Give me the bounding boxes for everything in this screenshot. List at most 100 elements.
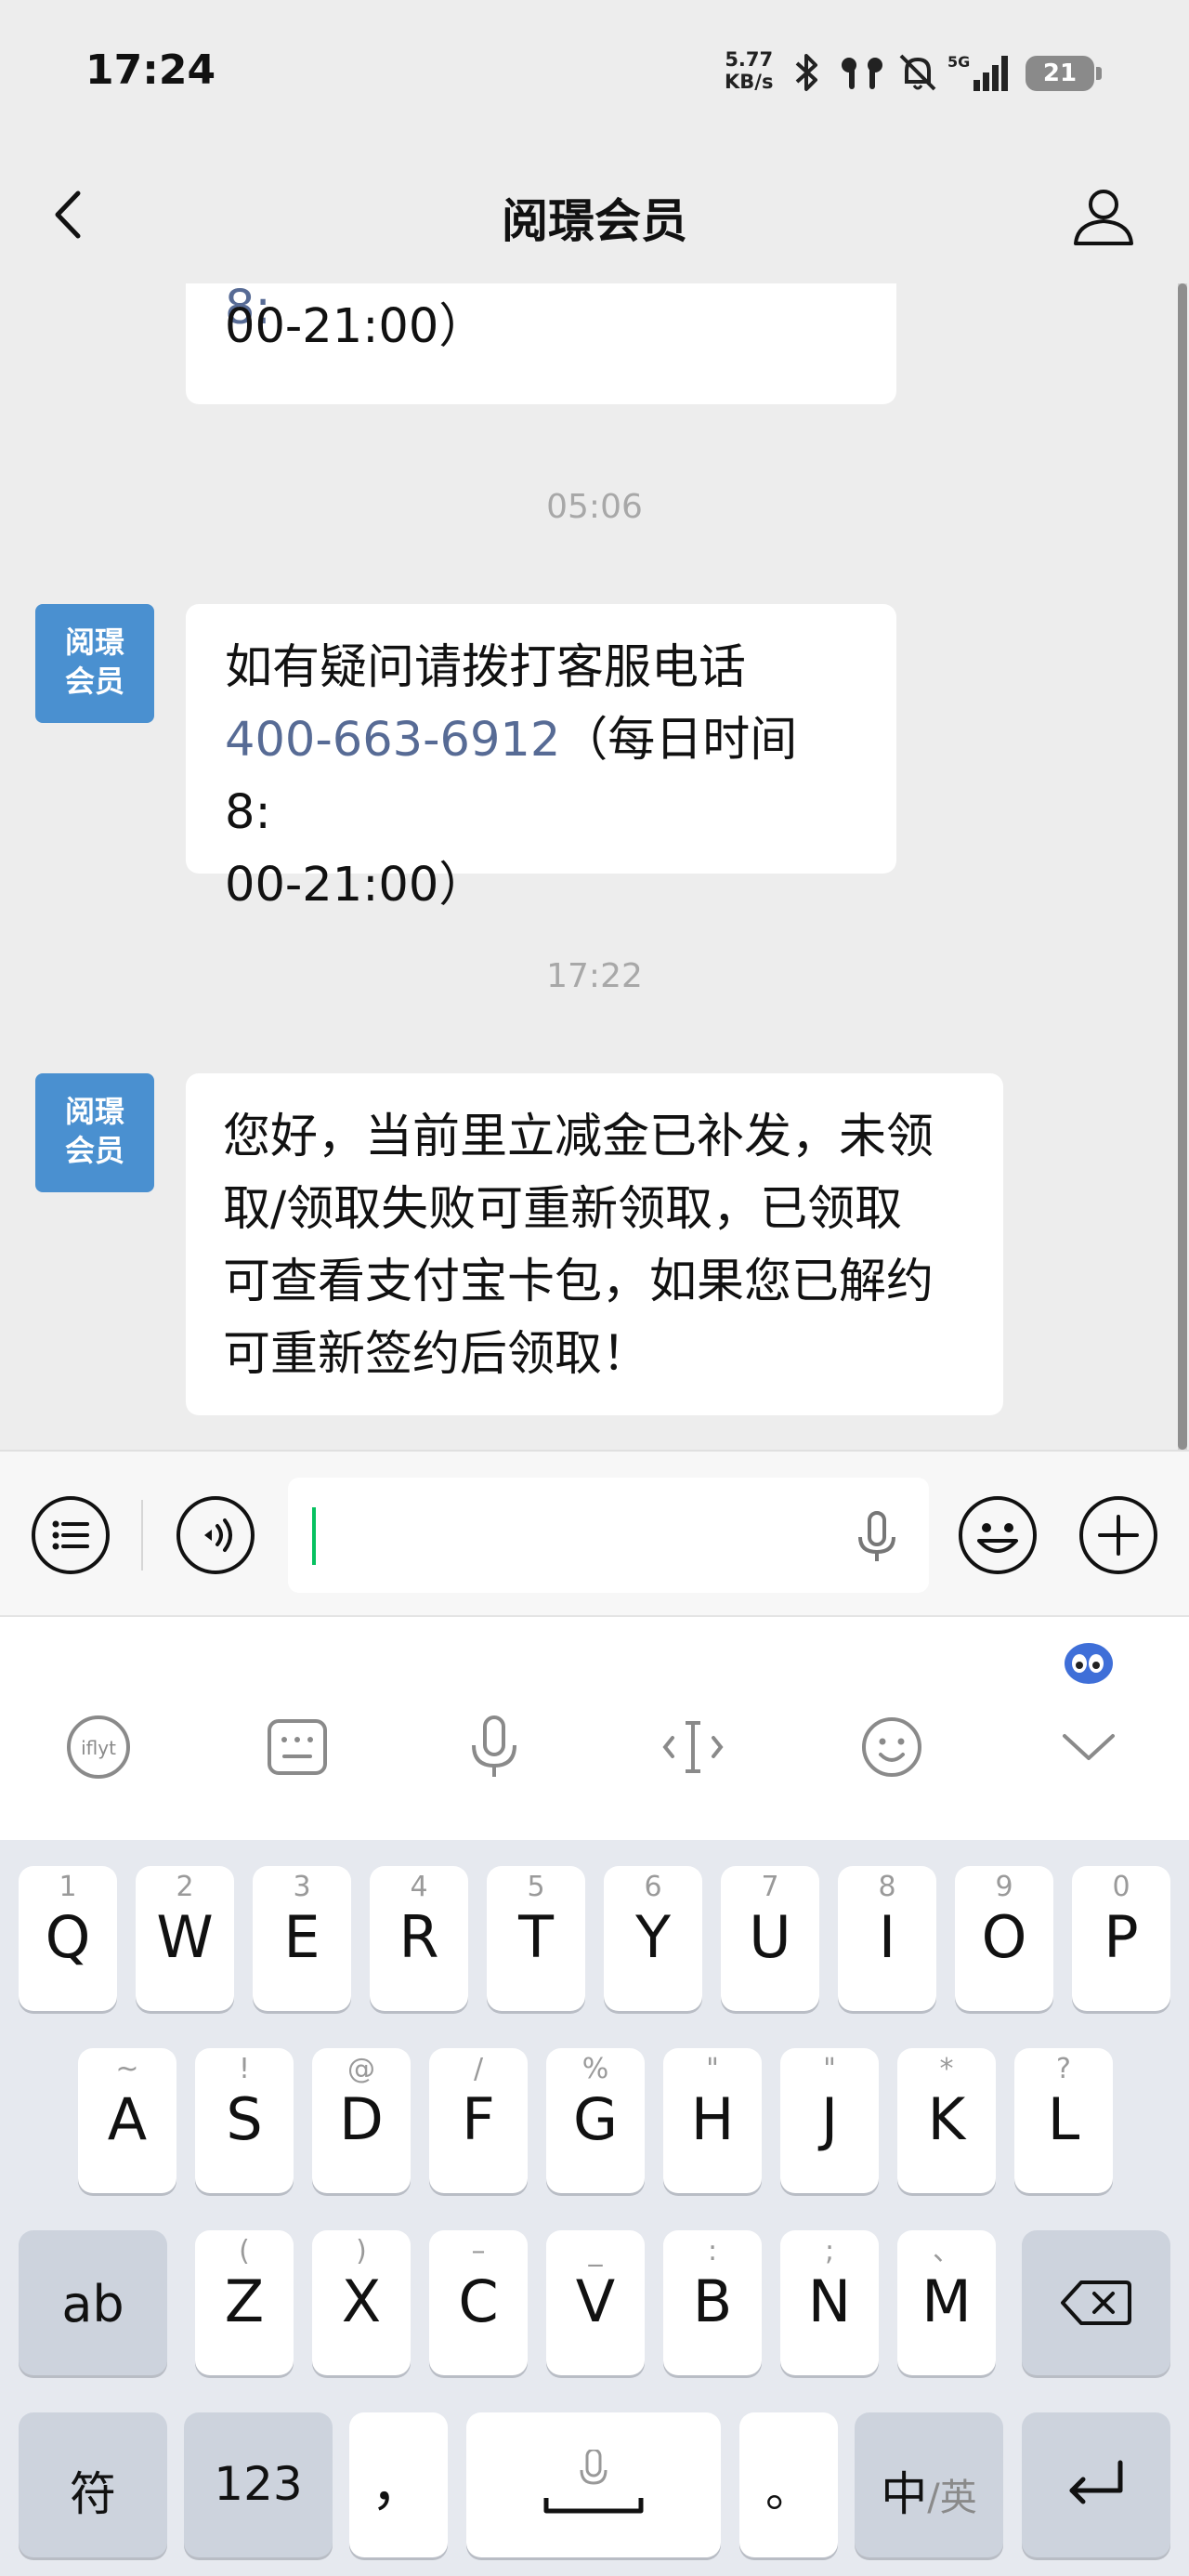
chevron-down-icon[interactable] (1052, 1710, 1126, 1784)
key-hint: * (939, 2053, 954, 2085)
emoji-icon[interactable] (957, 1494, 1039, 1576)
key-u[interactable]: 7U (721, 1866, 819, 2011)
message-bubble[interactable]: 您好，当前里立减金已补发，未领 取/领取失败可重新领取，已领取 可查看支付宝卡包… (186, 1073, 1003, 1415)
key-ab[interactable]: ab (19, 2230, 167, 2375)
key-hint: – (471, 2235, 486, 2267)
signal-icon: 5G (947, 53, 1008, 91)
input-bar (0, 1450, 1189, 1617)
period-key[interactable]: 。 (739, 2412, 838, 2557)
key-l[interactable]: ? L (1014, 2048, 1113, 2193)
key-z[interactable]: (Z (195, 2230, 294, 2375)
key-n[interactable]: ; N (780, 2230, 879, 2375)
timestamp: 17:22 (546, 957, 643, 995)
key-hint: @ (347, 2053, 375, 2085)
backspace-key[interactable] (1022, 2230, 1170, 2375)
chat-area[interactable]: 400-663-6912（每日时间 8: 00-21:00） 05:06 阅璟 … (0, 283, 1189, 1450)
battery-tip (1096, 67, 1102, 80)
space-mic-icon (543, 2450, 644, 2514)
key-label: S (226, 2085, 263, 2153)
message-bubble[interactable]: 如有疑问请拨打客服电话 400-663-6912（每日时间 8: 00-21:0… (186, 604, 896, 913)
language-toggle-key[interactable]: 中/英 (855, 2412, 1003, 2557)
keyboard-icon[interactable] (260, 1710, 334, 1784)
key-h[interactable]: " H (663, 2048, 762, 2193)
key-g[interactable]: % G (546, 2048, 645, 2193)
key-label: B (692, 2267, 733, 2335)
key-v[interactable]: _ V (546, 2230, 645, 2375)
avatar[interactable]: 阅璟 会员 (35, 604, 154, 723)
mic-icon[interactable] (851, 1509, 903, 1565)
scrollbar-thumb[interactable] (1178, 283, 1187, 1450)
key-b[interactable]: :B (663, 2230, 762, 2375)
scrollbar[interactable] (1178, 283, 1187, 1450)
key-label: E (283, 1903, 320, 1971)
phone-link[interactable]: 400-663-6912 (225, 713, 560, 768)
key-i[interactable]: 8I (838, 1866, 936, 2011)
status-time: 17:24 (85, 46, 216, 94)
lang-alt: /英 (927, 2477, 977, 2519)
nav-bar: 阅璟会员 (0, 149, 1189, 283)
key-hint: ~ (115, 2053, 139, 2085)
key-p[interactable]: 0P (1072, 1866, 1170, 2011)
key-label: P (1104, 1903, 1139, 1971)
backspace-icon (1061, 2280, 1131, 2325)
voice-icon[interactable] (175, 1494, 256, 1576)
key-label: N (807, 2267, 852, 2335)
comma-key[interactable]: ， (349, 2412, 448, 2557)
number-key[interactable]: 123 (184, 2412, 333, 2557)
timestamp: 05:06 (546, 488, 643, 526)
list-icon[interactable] (30, 1494, 111, 1576)
key-hint: 5 (527, 1871, 545, 1903)
key-m[interactable]: 、 M (897, 2230, 996, 2375)
message-input[interactable] (288, 1478, 929, 1593)
message-line: 取/领取失败可重新领取，已领取 (223, 1182, 903, 1237)
status-bar: 17:24 5.77 KB/s 5G 21 (0, 0, 1189, 149)
key-q[interactable]: 1Q (19, 1866, 117, 2011)
key-c[interactable]: – C (429, 2230, 528, 2375)
plus-icon[interactable] (1078, 1494, 1159, 1576)
key-o[interactable]: 9O (955, 1866, 1053, 2011)
key-x[interactable]: ) X (312, 2230, 411, 2375)
xunfei-logo-icon[interactable]: iflyt (61, 1710, 136, 1784)
key-k[interactable]: * K (897, 2048, 996, 2193)
key-hint: 4 (410, 1871, 428, 1903)
svg-text:iflyt: iflyt (81, 1737, 116, 1759)
battery-icon: 21 (1026, 56, 1094, 91)
symbol-key[interactable]: 符 (19, 2412, 167, 2557)
avatar-line2: 会员 (64, 664, 124, 699)
key-label: Q (45, 1903, 91, 1971)
key-f[interactable]: / F (429, 2048, 528, 2193)
space-key[interactable] (466, 2412, 721, 2557)
ime-toolbar: iflyt (0, 1617, 1189, 1840)
enter-key[interactable] (1022, 2412, 1170, 2557)
key-label: 123 (214, 2457, 303, 2511)
key-hint: _ (588, 2235, 603, 2267)
keyboard: 1Q 2W 3E 4R 5T 6Y 7U 8I 9O 0P ~ A ! S @ D /… (0, 1840, 1189, 2576)
key-label: G (572, 2085, 619, 2153)
message-line: 可查看支付宝卡包，如果您已解约 (223, 1255, 934, 1309)
key-label: A (107, 2085, 148, 2153)
message-bubble-partial[interactable]: 400-663-6912（每日时间 8: 00-21:00） (186, 283, 896, 404)
key-j[interactable]: " J (780, 2048, 879, 2193)
key-hint: 9 (995, 1871, 1013, 1903)
mic-icon[interactable] (457, 1710, 531, 1784)
key-r[interactable]: 4R (370, 1866, 468, 2011)
net-speed: 5.77 KB/s (725, 48, 773, 93)
key-s[interactable]: ! S (195, 2048, 294, 2193)
avatar[interactable]: 阅璟 会员 (35, 1073, 154, 1192)
avatar-line1: 阅璟 (64, 624, 124, 660)
key-hint: 、 (933, 2235, 960, 2267)
key-a[interactable]: ~ A (78, 2048, 176, 2193)
key-e[interactable]: 3E (253, 1866, 351, 2011)
mascot-icon[interactable] (1059, 1636, 1118, 1688)
mute-bell-icon (899, 54, 936, 91)
key-label: I (878, 1903, 896, 1971)
signal-label: 5G (947, 53, 970, 71)
key-t[interactable]: 5T (487, 1866, 585, 2011)
key-y[interactable]: 6Y (604, 1866, 702, 2011)
key-label: M (921, 2267, 972, 2335)
cursor-icon[interactable] (656, 1710, 730, 1784)
key-w[interactable]: 2W (136, 1866, 234, 2011)
key-d[interactable]: @ D (312, 2048, 411, 2193)
person-icon[interactable] (1070, 182, 1137, 249)
smiley-icon[interactable] (855, 1710, 929, 1784)
